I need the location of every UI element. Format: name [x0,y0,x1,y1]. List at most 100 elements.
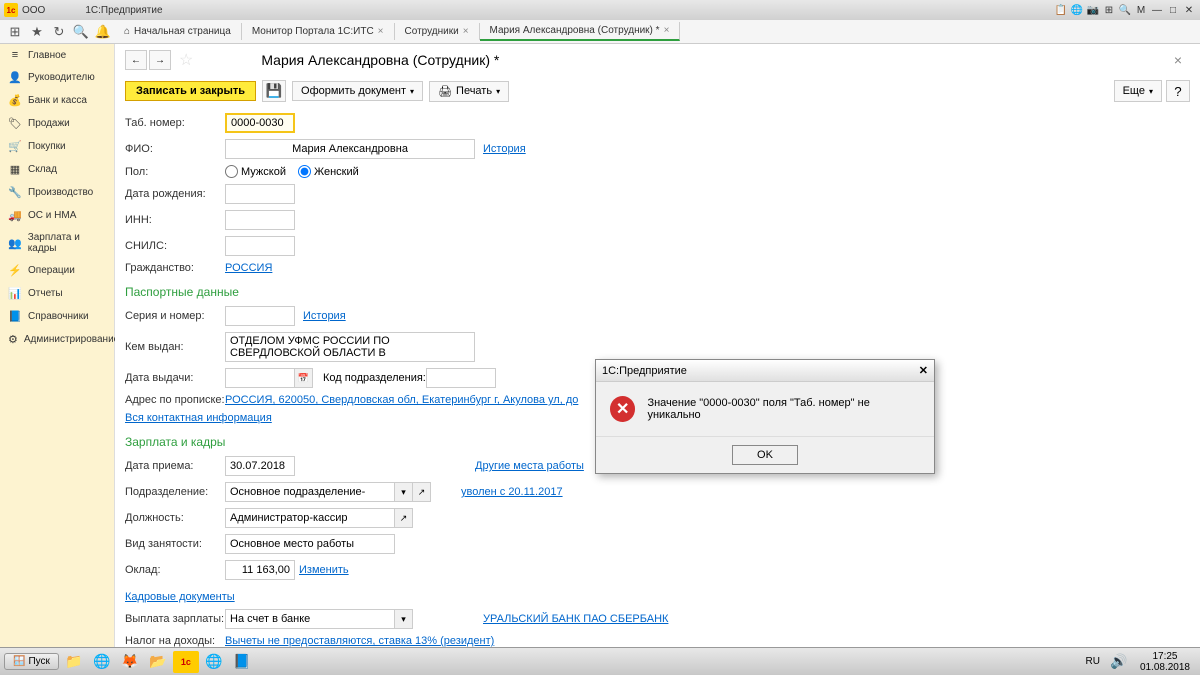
tab-number-input[interactable] [225,113,295,133]
language-indicator[interactable]: RU [1081,656,1103,667]
tab-portal[interactable]: Монитор Портала 1С:ИТС× [242,23,395,40]
sidebar-prod[interactable]: 🔧Производство [0,181,114,204]
close-icon[interactable]: × [378,26,384,37]
taskbar-word-icon[interactable]: 📘 [229,651,255,673]
change-link[interactable]: Изменить [299,564,349,576]
taskbar-app-icon[interactable]: 📂 [145,651,171,673]
sidebar-ops[interactable]: ⚡Операции [0,259,114,282]
maximize-icon[interactable]: □ [1166,3,1180,17]
inn-input[interactable] [225,210,295,230]
all-contact-link[interactable]: Вся контактная информация [125,412,272,424]
tab-home[interactable]: ⌂Начальная страница [114,23,242,40]
help-button[interactable]: ? [1166,80,1190,102]
sidebar-hr[interactable]: 👥Зарплата и кадры [0,227,114,259]
sidebar-bank[interactable]: 💰Банк и касса [0,89,114,112]
snils-input[interactable] [225,236,295,256]
dialog-title: 1С:Предприятие [602,365,687,377]
select-icon[interactable]: ▾ [395,482,413,502]
salary-input[interactable] [225,560,295,580]
fired-link[interactable]: уволен с 20.11.2017 [461,486,563,498]
wrench-icon: 🔧 [8,186,22,199]
tray-icon[interactable]: 🔍 [1118,3,1132,17]
dept-code-input[interactable] [426,368,496,388]
bank-link[interactable]: УРАЛЬСКИЙ БАНК ПАО СБЕРБАНК [483,613,668,625]
favorite-icon[interactable]: ☆ [179,50,193,70]
other-places-link[interactable]: Другие места работы [475,460,584,472]
tab-employees[interactable]: Сотрудники× [395,23,480,40]
save-button[interactable]: 💾 [262,80,286,102]
position-input[interactable] [225,508,395,528]
minimize-icon[interactable]: — [1150,3,1164,17]
chevron-down-icon[interactable]: ▾ [395,609,413,629]
error-dialog: 1С:Предприятие✕ ✕ Значение "0000-0030" п… [595,359,935,474]
taskbar-app-icon[interactable]: 🌐 [201,651,227,673]
bell-icon[interactable]: 🔔 [92,22,114,42]
menu-icon: ≡ [8,49,22,61]
star-icon[interactable]: ★ [26,22,48,42]
home-icon: ⌂ [124,26,130,37]
nav-back-button[interactable]: ← [125,50,147,70]
save-close-button[interactable]: Записать и закрыть [125,81,256,101]
tray-icon[interactable]: 📋 [1054,3,1068,17]
sidebar-assets[interactable]: 🚚ОС и НМА [0,204,114,227]
cart-icon: 🛒 [8,140,22,153]
taskbar-app-icon[interactable]: 🦊 [117,651,143,673]
taskbar-app-icon[interactable]: 🌐 [89,651,115,673]
sidebar-main[interactable]: ≡Главное [0,44,114,66]
apps-icon[interactable]: ⊞ [4,22,26,42]
gender-female-radio[interactable]: Женский [298,165,359,178]
issue-date-input[interactable] [225,368,295,388]
format-doc-button[interactable]: Оформить документ [292,81,423,101]
close-icon[interactable]: × [664,25,670,36]
tray-icon[interactable]: ⊞ [1102,3,1116,17]
taskbar-1c-icon[interactable]: 1c [173,651,199,673]
close-page-icon[interactable]: × [1166,52,1190,68]
hr-docs-link[interactable]: Кадровые документы [125,591,235,603]
division-input[interactable] [225,482,395,502]
dob-label: Дата рождения: [125,188,225,200]
snils-label: СНИЛС: [125,240,225,252]
close-icon[interactable]: ✕ [1182,3,1196,17]
history-link[interactable]: История [483,143,526,155]
more-button[interactable]: Еще [1114,80,1162,102]
passport-history-link[interactable]: История [303,310,346,322]
calendar-icon[interactable]: 📅 [295,368,313,388]
hire-date-input[interactable] [225,456,295,476]
sidebar-manager[interactable]: 👤Руководителю [0,66,114,89]
open-icon[interactable]: ↗ [395,508,413,528]
reg-address-label: Адрес по прописке: [125,394,225,406]
issued-by-input[interactable]: ОТДЕЛОМ УФМС РОССИИ ПО СВЕРДЛОВСКОЙ ОБЛА… [225,332,475,362]
open-icon[interactable]: ↗ [413,482,431,502]
search-icon[interactable]: 🔍 [70,22,92,42]
series-input[interactable] [225,306,295,326]
sidebar-sales[interactable]: 🏷Продажи [0,112,114,135]
close-icon[interactable]: × [463,26,469,37]
dialog-close-icon[interactable]: ✕ [919,364,928,377]
sidebar-buy[interactable]: 🛒Покупки [0,135,114,158]
start-button[interactable]: 🪟 Пуск [4,653,59,670]
dialog-ok-button[interactable]: OK [732,445,798,465]
dob-input[interactable] [225,184,295,204]
fio-input[interactable] [225,139,475,159]
sidebar-stock[interactable]: ▦Склад [0,158,114,181]
payout-select[interactable]: На счет в банке [225,609,395,629]
sidebar-refs[interactable]: 📘Справочники [0,305,114,328]
nav-forward-button[interactable]: → [149,50,171,70]
sidebar-admin[interactable]: ⚙Администрирование [0,328,114,351]
employment-input[interactable] [225,534,395,554]
sidebar-reports[interactable]: 📊Отчеты [0,282,114,305]
citizenship-link[interactable]: РОССИЯ [225,262,272,274]
tray-icon[interactable]: 🌐 [1070,3,1084,17]
gender-male-radio[interactable]: Мужской [225,165,286,178]
tray-icon[interactable]: M [1134,3,1148,17]
employment-label: Вид занятости: [125,538,225,550]
taskbar-app-icon[interactable]: 📁 [61,651,87,673]
clock[interactable]: 17:2501.08.2018 [1134,651,1196,673]
tax-link[interactable]: Вычеты не предоставляются, ставка 13% (р… [225,635,494,647]
reg-address-link[interactable]: РОССИЯ, 620050, Свердловская обл, Екатер… [225,394,578,406]
tray-icon[interactable]: 📷 [1086,3,1100,17]
tray-icon[interactable]: 🔊 [1106,651,1132,673]
print-button[interactable]: 🖨 Печать [429,81,509,102]
history-icon[interactable]: ↻ [48,22,70,42]
tab-employee-form[interactable]: Мария Александровна (Сотрудник) *× [480,22,681,41]
